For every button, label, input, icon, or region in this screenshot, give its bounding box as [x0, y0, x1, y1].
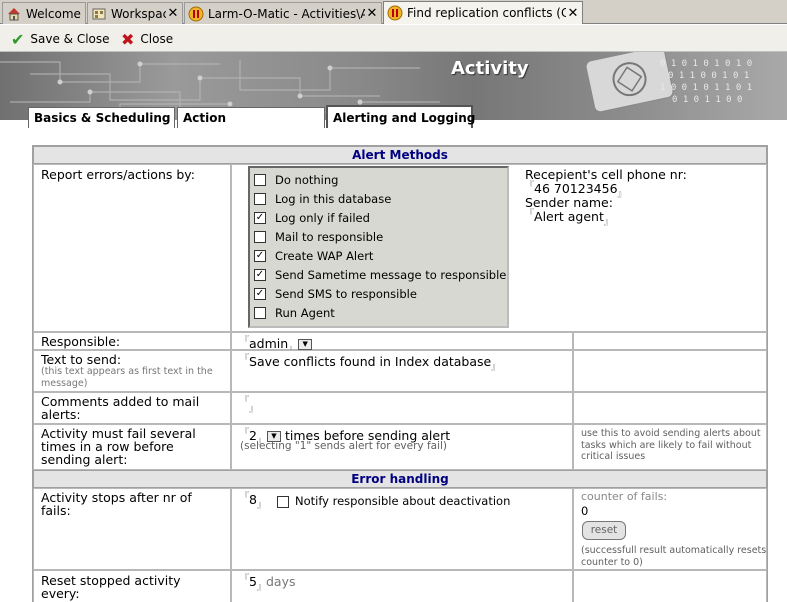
cell-phone-value: 46 70123456	[534, 181, 618, 197]
option-log-in-database[interactable]: Log in this database	[254, 191, 391, 206]
comments-label: Comments added to mail alerts:	[41, 394, 200, 422]
checkbox-mail-to-responsible[interactable]	[254, 230, 266, 243]
notify-deactivation-label: Notify responsible about deactivation	[294, 494, 511, 509]
alert-methods-header: Alert Methods	[33, 146, 767, 164]
option-mail-to-responsible-label: Mail to responsible	[275, 229, 384, 244]
reset-every-value: 5	[249, 574, 257, 590]
option-log-in-database-label: Log in this database	[275, 191, 392, 206]
left-margin	[0, 120, 30, 602]
comments-hint-cell	[573, 392, 767, 424]
tab-welcome[interactable]: Welcome	[2, 2, 86, 24]
option-log-only-if-failed[interactable]: ✓ Log only if failed	[254, 210, 370, 225]
alert-methods-checkbox-group: Do nothing Log in this database ✓ Log onl…	[248, 166, 509, 328]
stops-value: 8	[249, 492, 257, 508]
reset-every-label: Reset stopped activity every:	[41, 573, 181, 601]
tab-basics-scheduling-label: Basics & Scheduling	[34, 111, 171, 125]
close-icon[interactable]: ✕	[566, 6, 580, 21]
counter-of-fails-label: counter of fails:	[581, 490, 668, 503]
tab-action-label: Action	[183, 111, 227, 125]
checkbox-do-nothing[interactable]	[254, 173, 266, 186]
option-do-nothing-label: Do nothing	[275, 172, 339, 187]
activity-stops-label: Activity stops after nr of fails:	[41, 490, 192, 518]
option-send-sms-label: Send SMS to responsible	[275, 286, 417, 301]
comments-field[interactable]: 『』	[240, 395, 258, 417]
red-x-icon: ✖	[121, 29, 135, 49]
reset-every-hint-cell	[573, 570, 767, 602]
tab-basics-scheduling[interactable]: Basics & Scheduling	[28, 107, 175, 128]
sender-name-field[interactable]: 『Alert agent』	[525, 208, 613, 230]
fail-times-subtext: (selecting "1" sends alert for every fai…	[240, 440, 448, 452]
tab-find-replication-conflicts-label: Find replication conflicts (Check...	[407, 6, 566, 20]
checkbox-log-only-if-failed[interactable]: ✓	[254, 211, 266, 224]
close-label: Close	[140, 32, 174, 46]
option-send-sametime[interactable]: ✓ Send Sametime message to responsible	[254, 267, 506, 282]
save-close-button[interactable]: ✔ Save & Close	[11, 29, 110, 49]
error-handling-header: Error handling	[33, 470, 767, 488]
action-toolbar: ✔ Save & Close ✖ Close	[0, 25, 787, 52]
text-to-send-value: Save conflicts found in Index database	[249, 354, 492, 370]
option-run-agent[interactable]: Run Agent	[254, 305, 335, 320]
option-log-only-if-failed-label: Log only if failed	[275, 210, 370, 225]
reset-every-row: 『5』days	[240, 573, 296, 595]
tab-workspace-label: Workspace	[111, 6, 166, 21]
close-button[interactable]: ✖ Close	[121, 29, 173, 49]
tab-alerting-logging-label: Alerting and Logging	[333, 110, 476, 125]
workspace-icon	[91, 6, 107, 22]
tab-larm-o-matic[interactable]: Larm-O-Matic - Activities\Active... ✕	[184, 2, 382, 24]
checkbox-run-agent[interactable]	[254, 306, 266, 319]
tab-alerting-logging[interactable]: Alerting and Logging	[326, 105, 476, 128]
tab-action[interactable]: Action	[177, 107, 325, 128]
option-send-sametime-label: Send Sametime message to responsible	[275, 267, 507, 282]
stops-field[interactable]: 『8』	[240, 491, 266, 513]
option-run-agent-label: Run Agent	[275, 305, 335, 320]
reset-button[interactable]: reset	[582, 521, 626, 540]
reset-hint: (successfull result automatically resets…	[581, 545, 767, 568]
svg-text:0 1 0 1 0 1 0 1 0: 0 1 0 1 0 1 0 1 0	[660, 59, 752, 69]
option-create-wap-alert-label: Create WAP Alert	[275, 248, 374, 263]
checkbox-notify-deactivation[interactable]	[276, 495, 289, 508]
option-send-sms[interactable]: ✓ Send SMS to responsible	[254, 286, 417, 301]
window-tab-bar: Welcome Workspace ✕ Larm-O-Matic - Activ…	[0, 0, 787, 24]
sender-name-value: Alert agent	[534, 209, 604, 225]
responsible-value: admin	[249, 336, 289, 352]
tab-find-replication-conflicts[interactable]: Find replication conflicts (Check... ✕	[383, 1, 583, 24]
checkmark-icon: ✔	[11, 29, 25, 49]
text-to-send-field[interactable]: 『Save conflicts found in Index database』	[240, 353, 500, 375]
database-icon	[387, 5, 403, 21]
close-icon[interactable]: ✕	[166, 6, 180, 21]
page-title: Activity	[451, 58, 529, 79]
option-do-nothing[interactable]: Do nothing	[254, 172, 338, 187]
checkbox-send-sametime[interactable]: ✓	[254, 268, 266, 281]
fail-times-label: Activity must fail several times in a ro…	[41, 426, 196, 467]
home-icon	[6, 6, 22, 22]
checkbox-log-in-database[interactable]	[254, 192, 266, 205]
save-close-label: Save & Close	[30, 32, 110, 46]
text-to-send-label: Text to send:	[41, 352, 122, 367]
text-to-send-hint: (this text appears as first text in the …	[41, 366, 213, 389]
svg-text:0 1 0 1 1 0 0: 0 1 0 1 1 0 0	[672, 95, 742, 105]
option-mail-to-responsible[interactable]: Mail to responsible	[254, 229, 383, 244]
checkbox-send-sms[interactable]: ✓	[254, 287, 266, 300]
fail-times-hint: use this to avoid sending alerts about t…	[581, 428, 761, 462]
report-label-cell	[33, 164, 231, 332]
tab-larm-o-matic-label: Larm-O-Matic - Activities\Active...	[208, 6, 365, 21]
svg-text:0 1 1 0 0 1 0 1: 0 1 1 0 0 1 0 1	[668, 71, 749, 81]
text-to-send-hint-cell	[573, 350, 767, 392]
checkbox-create-wap-alert[interactable]: ✓	[254, 249, 266, 262]
dropdown-arrow-icon[interactable]: ▼	[298, 339, 313, 351]
option-create-wap-alert[interactable]: ✓ Create WAP Alert	[254, 248, 373, 263]
reset-every-field[interactable]: 『5』	[240, 574, 266, 593]
svg-text:1 0 0 1 0 1 1 0 1: 1 0 0 1 0 1 1 0 1	[660, 83, 752, 93]
responsible-hint-cell	[573, 332, 767, 350]
report-errors-label: Report errors/actions by:	[41, 167, 195, 182]
stops-row: 『8』 Notify responsible about deactivatio…	[240, 491, 510, 513]
reset-every-unit: days	[265, 574, 296, 590]
close-icon[interactable]: ✕	[365, 6, 379, 21]
database-icon	[188, 6, 204, 22]
comments-value-cell	[231, 392, 573, 424]
responsible-label: Responsible:	[41, 334, 121, 349]
counter-of-fails-value: 0	[581, 504, 589, 518]
tab-workspace[interactable]: Workspace ✕	[87, 2, 183, 24]
tab-welcome-label: Welcome	[26, 6, 81, 21]
